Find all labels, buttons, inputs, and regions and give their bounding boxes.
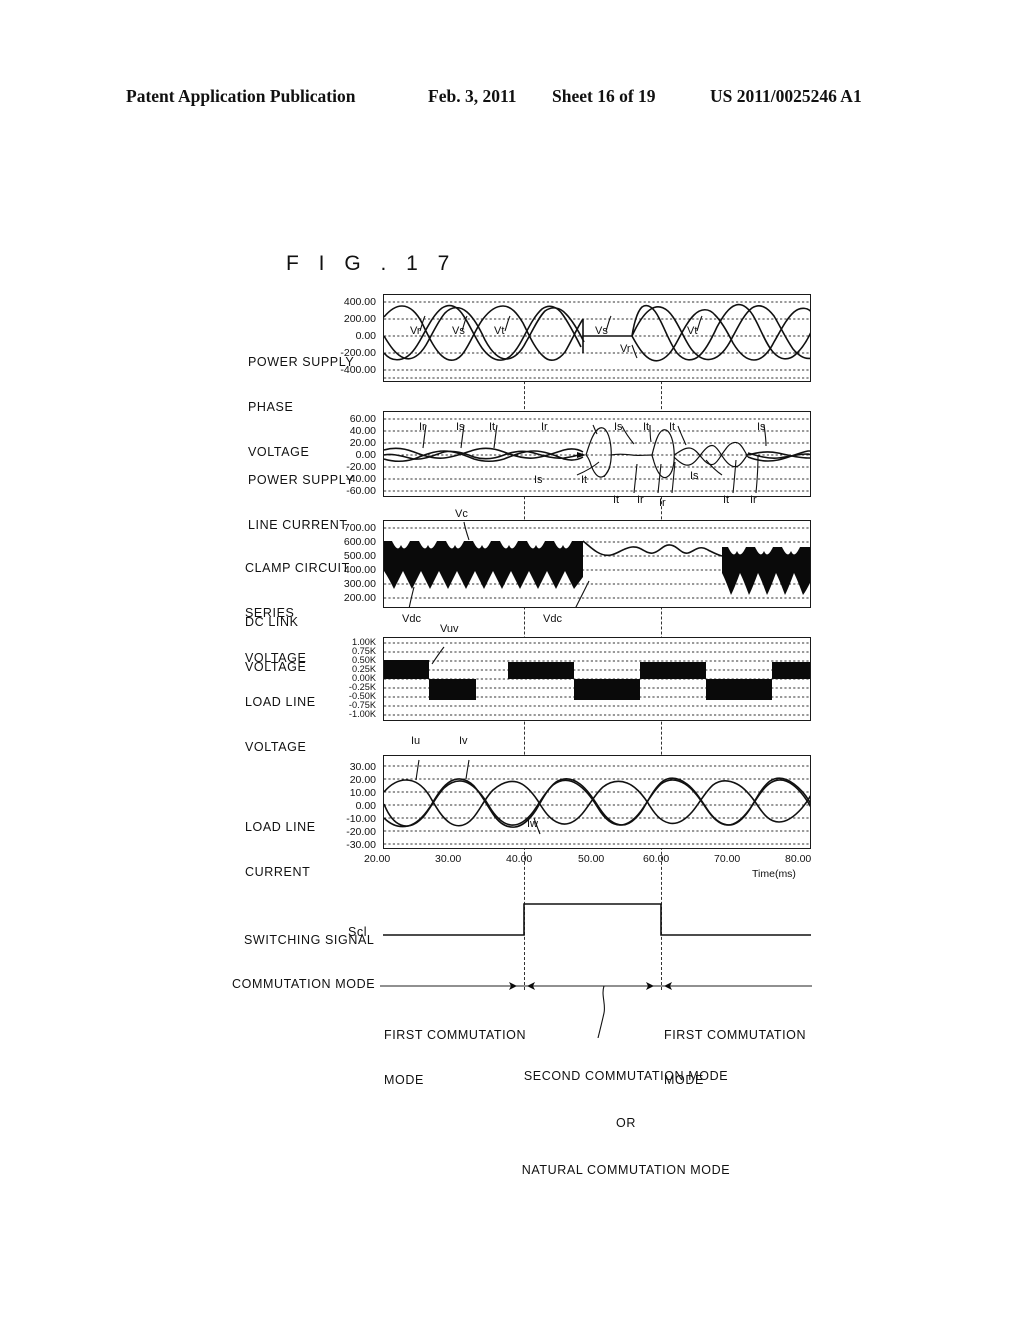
commutation-center-leader bbox=[597, 986, 606, 1038]
signal-label-it-1: It bbox=[489, 421, 496, 433]
xtick-40: 40.00 bbox=[506, 853, 533, 865]
publication-date: Feb. 3, 2011 bbox=[428, 86, 517, 106]
panel-5-label: LOAD LINE CURRENT bbox=[245, 790, 316, 910]
panel-2-ytick-1: 40.00 bbox=[349, 425, 376, 437]
xtick-80: 80.00 bbox=[785, 853, 812, 865]
panel-1-ytick-0: 400.00 bbox=[343, 296, 376, 308]
panel-1-ytick-1: 200.00 bbox=[343, 313, 376, 325]
signal-label-vuv: Vuv bbox=[440, 623, 459, 635]
xtick-20: 20.00 bbox=[364, 853, 391, 865]
panel-3-ytick-0: 700.00 bbox=[343, 522, 376, 534]
panel-5-ytick-4: -10.00 bbox=[346, 813, 376, 825]
signal-label-vr-2: Vr bbox=[620, 343, 631, 355]
signal-label-iw: Iw bbox=[527, 818, 538, 830]
figure-title: F I G . 1 7 bbox=[286, 252, 457, 275]
panel-3-plot bbox=[384, 521, 810, 607]
panel-load-line-current bbox=[383, 755, 811, 849]
panel-1-ytick-4: -400.00 bbox=[340, 364, 376, 376]
signal-label-is-3: Is bbox=[757, 421, 766, 433]
panel-3-ytick-1: 600.00 bbox=[343, 536, 376, 548]
panel-3-ytick-4: 300.00 bbox=[343, 578, 376, 590]
panel-2-ytick-5: -40.00 bbox=[346, 473, 376, 485]
panel-4-label-line1: LOAD LINE bbox=[245, 695, 316, 709]
sheet-number: Sheet 16 of 19 bbox=[552, 86, 656, 106]
panel-1-ytick-2: 0.00 bbox=[355, 330, 376, 342]
publication-number: US 2011/0025246 A1 bbox=[710, 86, 862, 106]
signal-label-ir-1: Ir bbox=[419, 421, 426, 433]
panel-3-ytick-3: 400.00 bbox=[343, 564, 376, 576]
signal-label-is-2: Is bbox=[614, 421, 623, 433]
signal-label-it-5: It bbox=[613, 494, 620, 506]
signal-label-is-1: Is bbox=[456, 421, 465, 433]
panel-5-label-line1: LOAD LINE bbox=[245, 820, 316, 834]
panel-5-ytick-0: 30.00 bbox=[349, 761, 376, 773]
panel-4-label: LOAD LINE VOLTAGE bbox=[245, 665, 316, 785]
commutation-center-mode: SECOND COMMUTATION MODE OR NATURAL COMMU… bbox=[495, 1039, 757, 1208]
panel-clamp-dc-link-voltage bbox=[383, 520, 811, 608]
panel-load-line-voltage bbox=[383, 637, 811, 721]
panel-2-ytick-4: -20.00 bbox=[346, 461, 376, 473]
commutation-center-line3: NATURAL COMMUTATION MODE bbox=[521, 1163, 731, 1177]
signal-label-vr-1: Vr bbox=[410, 325, 421, 337]
signal-label-it-6: It bbox=[723, 494, 730, 506]
signal-label-vt-1: Vt bbox=[494, 325, 505, 337]
panel-3-ytick-2: 500.00 bbox=[343, 550, 376, 562]
panel-5-ytick-2: 10.00 bbox=[349, 787, 376, 799]
commutation-center-line2: OR bbox=[616, 1116, 636, 1130]
signal-label-vt-2: Vt bbox=[687, 325, 698, 337]
signal-label-vs-2: Vs bbox=[595, 325, 608, 337]
signal-label-ir-5: Ir bbox=[750, 494, 757, 506]
panel-1-ytick-3: -200.00 bbox=[340, 347, 376, 359]
publication-type: Patent Application Publication bbox=[126, 86, 356, 106]
signal-label-ir-4: Ir bbox=[659, 497, 666, 509]
panel-5-ytick-6: -30.00 bbox=[346, 839, 376, 851]
signal-label-ir-2: Ir bbox=[541, 421, 548, 433]
commutation-mode-label: COMMUTATION MODE bbox=[232, 977, 376, 991]
switching-signal-label: SWITCHING SIGNAL bbox=[244, 903, 374, 978]
signal-label-is-4: Is bbox=[534, 474, 543, 486]
panel-3-label-line5: DC LINK bbox=[245, 615, 299, 629]
x-axis-label: Time(ms) bbox=[752, 868, 796, 880]
switching-signal-waveform bbox=[383, 903, 811, 936]
panel-5-ytick-1: 20.00 bbox=[349, 774, 376, 786]
signal-label-iv: Iv bbox=[459, 735, 468, 747]
panel-4-label-line2: VOLTAGE bbox=[245, 740, 307, 754]
panel-4-ytick-8: -1.00K bbox=[348, 709, 376, 719]
panel-4-plot bbox=[384, 642, 810, 716]
xtick-30: 30.00 bbox=[435, 853, 462, 865]
xtick-50: 50.00 bbox=[578, 853, 605, 865]
signal-label-vs-1: Vs bbox=[452, 325, 465, 337]
signal-label-it-3: It bbox=[669, 421, 676, 433]
signal-label-ir-3: Ir bbox=[637, 494, 644, 506]
xtick-70: 70.00 bbox=[714, 853, 741, 865]
panel-1-plot bbox=[384, 301, 810, 379]
signal-label-vdc-1: Vdc bbox=[402, 613, 421, 625]
panel-2-ytick-0: 60.00 bbox=[349, 413, 376, 425]
panel-2-ytick-3: 0.00 bbox=[355, 449, 376, 461]
panel-5-plot bbox=[384, 759, 810, 845]
signal-label-iu: Iu bbox=[411, 735, 421, 747]
panel-3-ytick-5: 200.00 bbox=[343, 592, 376, 604]
commutation-center-line1: SECOND COMMUTATION MODE bbox=[523, 1069, 729, 1083]
panel-2-ytick-6: -60.00 bbox=[346, 485, 376, 497]
panel-2-plot bbox=[384, 418, 810, 494]
publication-header: Patent Application Publication Feb. 3, 2… bbox=[0, 86, 1024, 112]
signal-label-it-4: It bbox=[581, 474, 588, 486]
panel-5-ytick-3: 0.00 bbox=[355, 800, 376, 812]
panel-power-supply-line-current bbox=[383, 411, 811, 497]
switching-signal-name: Scl bbox=[348, 925, 368, 939]
signal-label-vc: Vc bbox=[455, 508, 468, 520]
xtick-60: 60.00 bbox=[643, 853, 670, 865]
panel-5-label-line2: CURRENT bbox=[245, 865, 311, 879]
panel-power-supply-phase-voltage bbox=[383, 294, 811, 382]
panel-5-ytick-5: -20.00 bbox=[346, 826, 376, 838]
patent-figure-page: Patent Application Publication Feb. 3, 2… bbox=[0, 0, 1024, 1320]
signal-label-vdc-2: Vdc bbox=[543, 613, 562, 625]
signal-label-it-2: It bbox=[643, 421, 650, 433]
panel-2-ytick-2: 20.00 bbox=[349, 437, 376, 449]
signal-label-is-5: Is bbox=[690, 470, 699, 482]
